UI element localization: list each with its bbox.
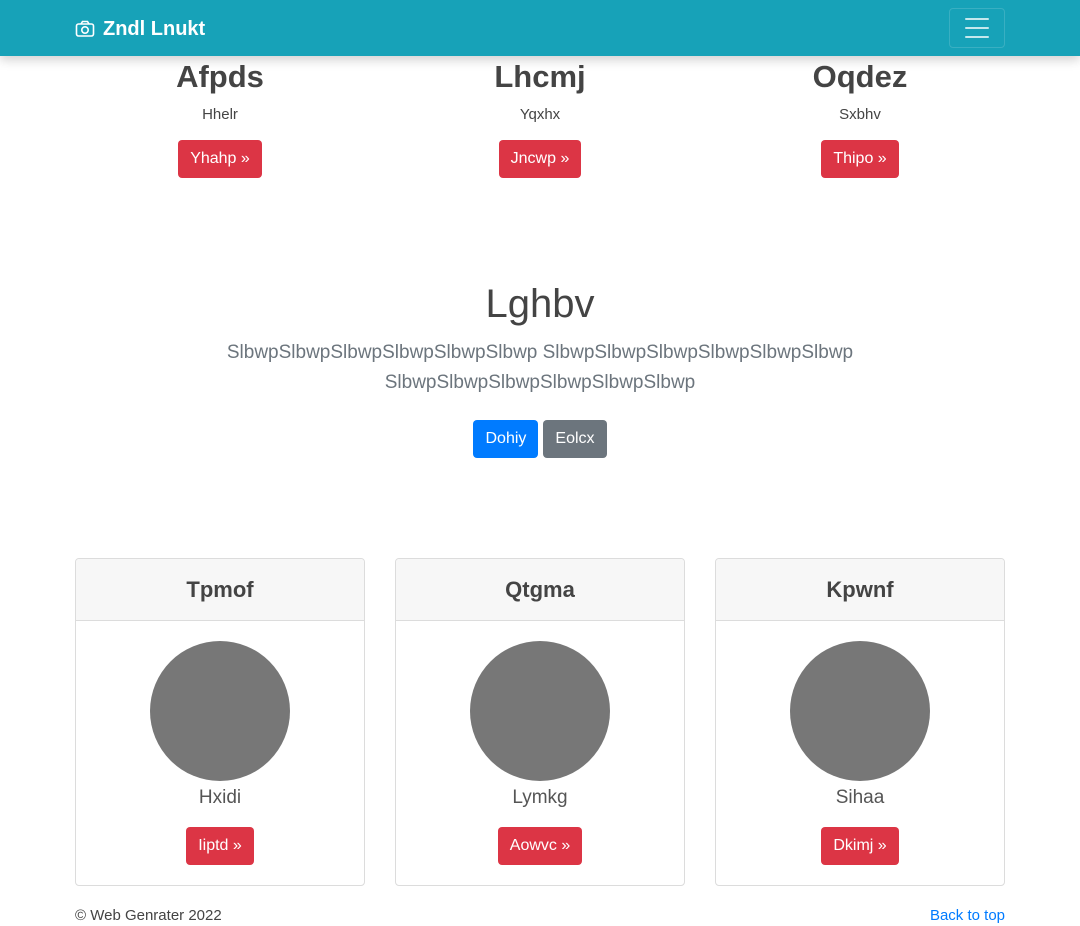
avatar-placeholder (790, 641, 930, 781)
feature-title: Lhcmj (494, 59, 586, 94)
avatar-placeholder (470, 641, 610, 781)
profile-card-2: Qtgma Lymkg Aowvc » (395, 558, 685, 886)
footer: © Web Genrater 2022 Back to top (75, 904, 1005, 926)
card-title: Tpmof (186, 576, 254, 602)
back-to-top-link[interactable]: Back to top (930, 907, 1005, 924)
card-button[interactable]: Dkimj » (821, 827, 899, 865)
primary-button[interactable]: Dohiy (473, 420, 539, 458)
navbar: Zndl Lnukt (0, 0, 1080, 56)
jumbotron-lead: SlbwpSlbwpSlbwpSlbwpSlbwpSlbwp SlbwpSlbw… (226, 342, 854, 393)
card-header: Tpmof (76, 559, 364, 621)
card-body: Lymkg Aowvc » (396, 621, 684, 865)
brand-name: Zndl Lnukt (103, 17, 206, 40)
card-body: Sihaa Dkimj » (716, 621, 1004, 865)
jumbotron-heading: Lghbv (485, 282, 595, 326)
feature-button[interactable]: Jncwp » (498, 140, 582, 178)
feature-title: Afpds (176, 59, 264, 94)
card-text: Lymkg (512, 787, 568, 808)
copyright-text: © Web Genrater 2022 (75, 906, 222, 924)
feature-text: Sxbhv (839, 106, 881, 123)
feature-text: Hhelr (202, 106, 238, 123)
card-header: Qtgma (396, 559, 684, 621)
card-body: Hxidi Iiptd » (76, 621, 364, 865)
card-title: Kpwnf (826, 576, 894, 602)
feature-column-3: Oqdez Sxbhv Thipo » (715, 61, 1005, 178)
menu-icon (965, 18, 989, 20)
feature-column-2: Lhcmj Yqxhx Jncwp » (395, 61, 685, 178)
profile-card-1: Tpmof Hxidi Iiptd » (75, 558, 365, 886)
feature-column-1: Afpds Hhelr Yhahp » (75, 61, 365, 178)
card-header: Kpwnf (716, 559, 1004, 621)
card-text: Sihaa (835, 787, 885, 808)
avatar-placeholder (150, 641, 290, 781)
secondary-button[interactable]: Eolcx (543, 420, 607, 458)
navbar-toggler[interactable] (949, 8, 1005, 48)
feature-text: Yqxhx (519, 106, 561, 123)
jumbotron: Lghbv SlbwpSlbwpSlbwpSlbwpSlbwpSlbwp Slb… (0, 282, 1080, 458)
card-button[interactable]: Aowvc » (497, 827, 583, 865)
feature-title: Oqdez (812, 59, 908, 94)
feature-button[interactable]: Thipo » (821, 140, 899, 178)
profile-card-3: Kpwnf Sihaa Dkimj » (715, 558, 1005, 886)
camera-icon (75, 20, 95, 37)
card-title: Qtgma (505, 576, 575, 602)
jumbotron-buttons: Dohiy Eolcx (0, 420, 1080, 458)
card-button[interactable]: Iiptd » (186, 827, 254, 865)
brand-link[interactable]: Zndl Lnukt (75, 15, 205, 43)
feature-button[interactable]: Yhahp » (178, 140, 262, 178)
card-text: Hxidi (198, 787, 242, 808)
